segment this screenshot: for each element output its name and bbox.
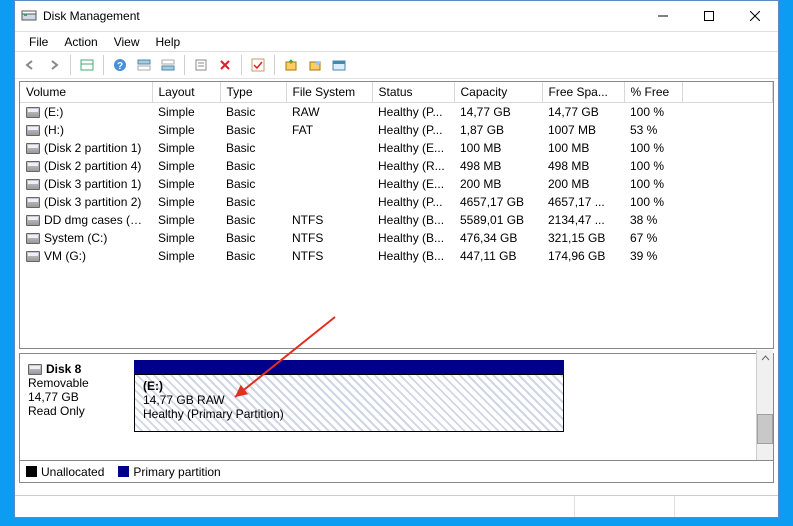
disk-management-window: Disk Management File Action View Help ?	[14, 0, 779, 518]
drive-icon	[28, 364, 42, 375]
content-area: VolumeLayoutTypeFile SystemStatusCapacit…	[15, 79, 778, 495]
partition-info: 14,77 GB RAW	[143, 393, 225, 407]
volume-list[interactable]: VolumeLayoutTypeFile SystemStatusCapacit…	[19, 81, 774, 349]
column-header[interactable]: Status	[372, 82, 454, 103]
scroll-up-icon[interactable]	[757, 350, 773, 367]
disk-kind: Removable	[28, 376, 89, 390]
table-row[interactable]: DD dmg cases (D:)SimpleBasicNTFSHealthy …	[20, 211, 773, 229]
legend: Unallocated Primary partition	[19, 461, 774, 483]
disk-graphical-view[interactable]: Disk 8 Removable 14,77 GB Read Only (E:)…	[19, 353, 774, 461]
column-header[interactable]: Free Spa...	[542, 82, 624, 103]
close-button[interactable]	[732, 1, 778, 31]
column-header[interactable]: % Free	[624, 82, 682, 103]
extra-button-2[interactable]	[304, 54, 326, 76]
disk-label-panel: Disk 8 Removable 14,77 GB Read Only	[20, 354, 128, 460]
partition-name: (E:)	[143, 379, 163, 393]
vertical-scrollbar[interactable]	[756, 350, 773, 460]
show-hide-console-button[interactable]	[76, 54, 98, 76]
partition-header-bar	[134, 360, 564, 374]
disk-mode: Read Only	[28, 404, 85, 418]
table-row[interactable]: System (C:)SimpleBasicNTFSHealthy (B...4…	[20, 229, 773, 247]
extra-button-1[interactable]	[280, 54, 302, 76]
view-bottom-button[interactable]	[157, 54, 179, 76]
window-title: Disk Management	[43, 9, 640, 23]
disk-size: 14,77 GB	[28, 390, 79, 404]
check-button[interactable]	[247, 54, 269, 76]
table-row[interactable]: (Disk 3 partition 2)SimpleBasicHealthy (…	[20, 193, 773, 211]
menu-help[interactable]: Help	[148, 35, 189, 49]
column-header[interactable]: Capacity	[454, 82, 542, 103]
properties-button[interactable]	[190, 54, 212, 76]
toolbar: ?	[15, 51, 778, 79]
disk-name: Disk 8	[46, 362, 81, 376]
app-icon	[21, 8, 37, 24]
nav-back-button[interactable]	[19, 54, 41, 76]
legend-label-primary: Primary partition	[133, 465, 220, 479]
column-header[interactable]: File System	[286, 82, 372, 103]
menu-action[interactable]: Action	[56, 35, 105, 49]
partition-box[interactable]: (E:) 14,77 GB RAW Healthy (Primary Parti…	[134, 374, 564, 432]
table-row[interactable]: VM (G:)SimpleBasicNTFSHealthy (B...447,1…	[20, 247, 773, 265]
titlebar[interactable]: Disk Management	[15, 1, 778, 31]
menu-view[interactable]: View	[106, 35, 148, 49]
minimize-button[interactable]	[640, 1, 686, 31]
delete-button[interactable]	[214, 54, 236, 76]
help-button[interactable]: ?	[109, 54, 131, 76]
legend-label-unallocated: Unallocated	[41, 465, 104, 479]
partition-status: Healthy (Primary Partition)	[143, 407, 284, 421]
extra-button-3[interactable]	[328, 54, 350, 76]
table-row[interactable]: (Disk 2 partition 4)SimpleBasicHealthy (…	[20, 157, 773, 175]
column-header[interactable]: Layout	[152, 82, 220, 103]
menubar: File Action View Help	[15, 31, 778, 51]
scroll-thumb[interactable]	[757, 414, 773, 444]
nav-forward-button[interactable]	[43, 54, 65, 76]
maximize-button[interactable]	[686, 1, 732, 31]
column-header[interactable]: Volume	[20, 82, 152, 103]
statusbar	[15, 495, 778, 517]
table-row[interactable]: (H:)SimpleBasicFATHealthy (P...1,87 GB10…	[20, 121, 773, 139]
table-row[interactable]: (Disk 3 partition 1)SimpleBasicHealthy (…	[20, 175, 773, 193]
view-top-button[interactable]	[133, 54, 155, 76]
svg-text:?: ?	[117, 61, 123, 72]
legend-swatch-unallocated	[26, 466, 37, 477]
column-header[interactable]: Type	[220, 82, 286, 103]
legend-swatch-primary	[118, 466, 129, 477]
table-row[interactable]: (E:)SimpleBasicRAWHealthy (P...14,77 GB1…	[20, 103, 773, 121]
menu-file[interactable]: File	[21, 35, 56, 49]
table-row[interactable]: (Disk 2 partition 1)SimpleBasicHealthy (…	[20, 139, 773, 157]
